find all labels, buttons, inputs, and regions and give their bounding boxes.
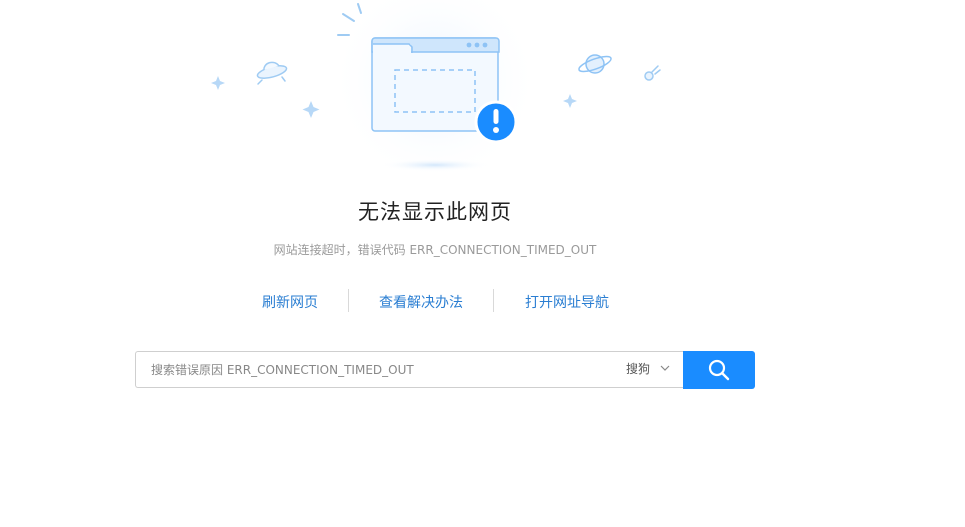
ufo-icon bbox=[256, 61, 288, 85]
divider bbox=[348, 289, 349, 312]
chevron-down-icon bbox=[660, 365, 670, 371]
comet-icon bbox=[644, 65, 661, 81]
refresh-page-link[interactable]: 刷新网页 bbox=[262, 292, 318, 312]
open-navigation-link[interactable]: 打开网址导航 bbox=[525, 292, 609, 312]
search-box: 搜狗 bbox=[135, 351, 683, 388]
error-page: 无法显示此网页 网站连接超时，错误代码 ERR_CONNECTION_TIMED… bbox=[0, 0, 965, 527]
search-input[interactable] bbox=[136, 352, 606, 387]
divider bbox=[493, 289, 494, 312]
error-illustration bbox=[211, 0, 661, 178]
planet-icon bbox=[578, 54, 612, 74]
search-icon bbox=[708, 359, 730, 381]
search-engine-label: 搜狗 bbox=[626, 362, 651, 376]
action-links: 刷新网页 查看解决办法 打开网址导航 bbox=[0, 289, 870, 313]
sparkle-icon bbox=[211, 76, 320, 118]
error-description: 网站连接超时，错误代码 ERR_CONNECTION_TIMED_OUT bbox=[273, 243, 597, 257]
sparkle-icon bbox=[563, 94, 577, 108]
search-button[interactable] bbox=[683, 351, 755, 389]
exclamation-icon bbox=[474, 100, 518, 144]
search-engine-select[interactable]: 搜狗 bbox=[626, 352, 670, 387]
page-title: 无法显示此网页 bbox=[358, 200, 512, 224]
view-solutions-link[interactable]: 查看解决办法 bbox=[379, 292, 463, 312]
